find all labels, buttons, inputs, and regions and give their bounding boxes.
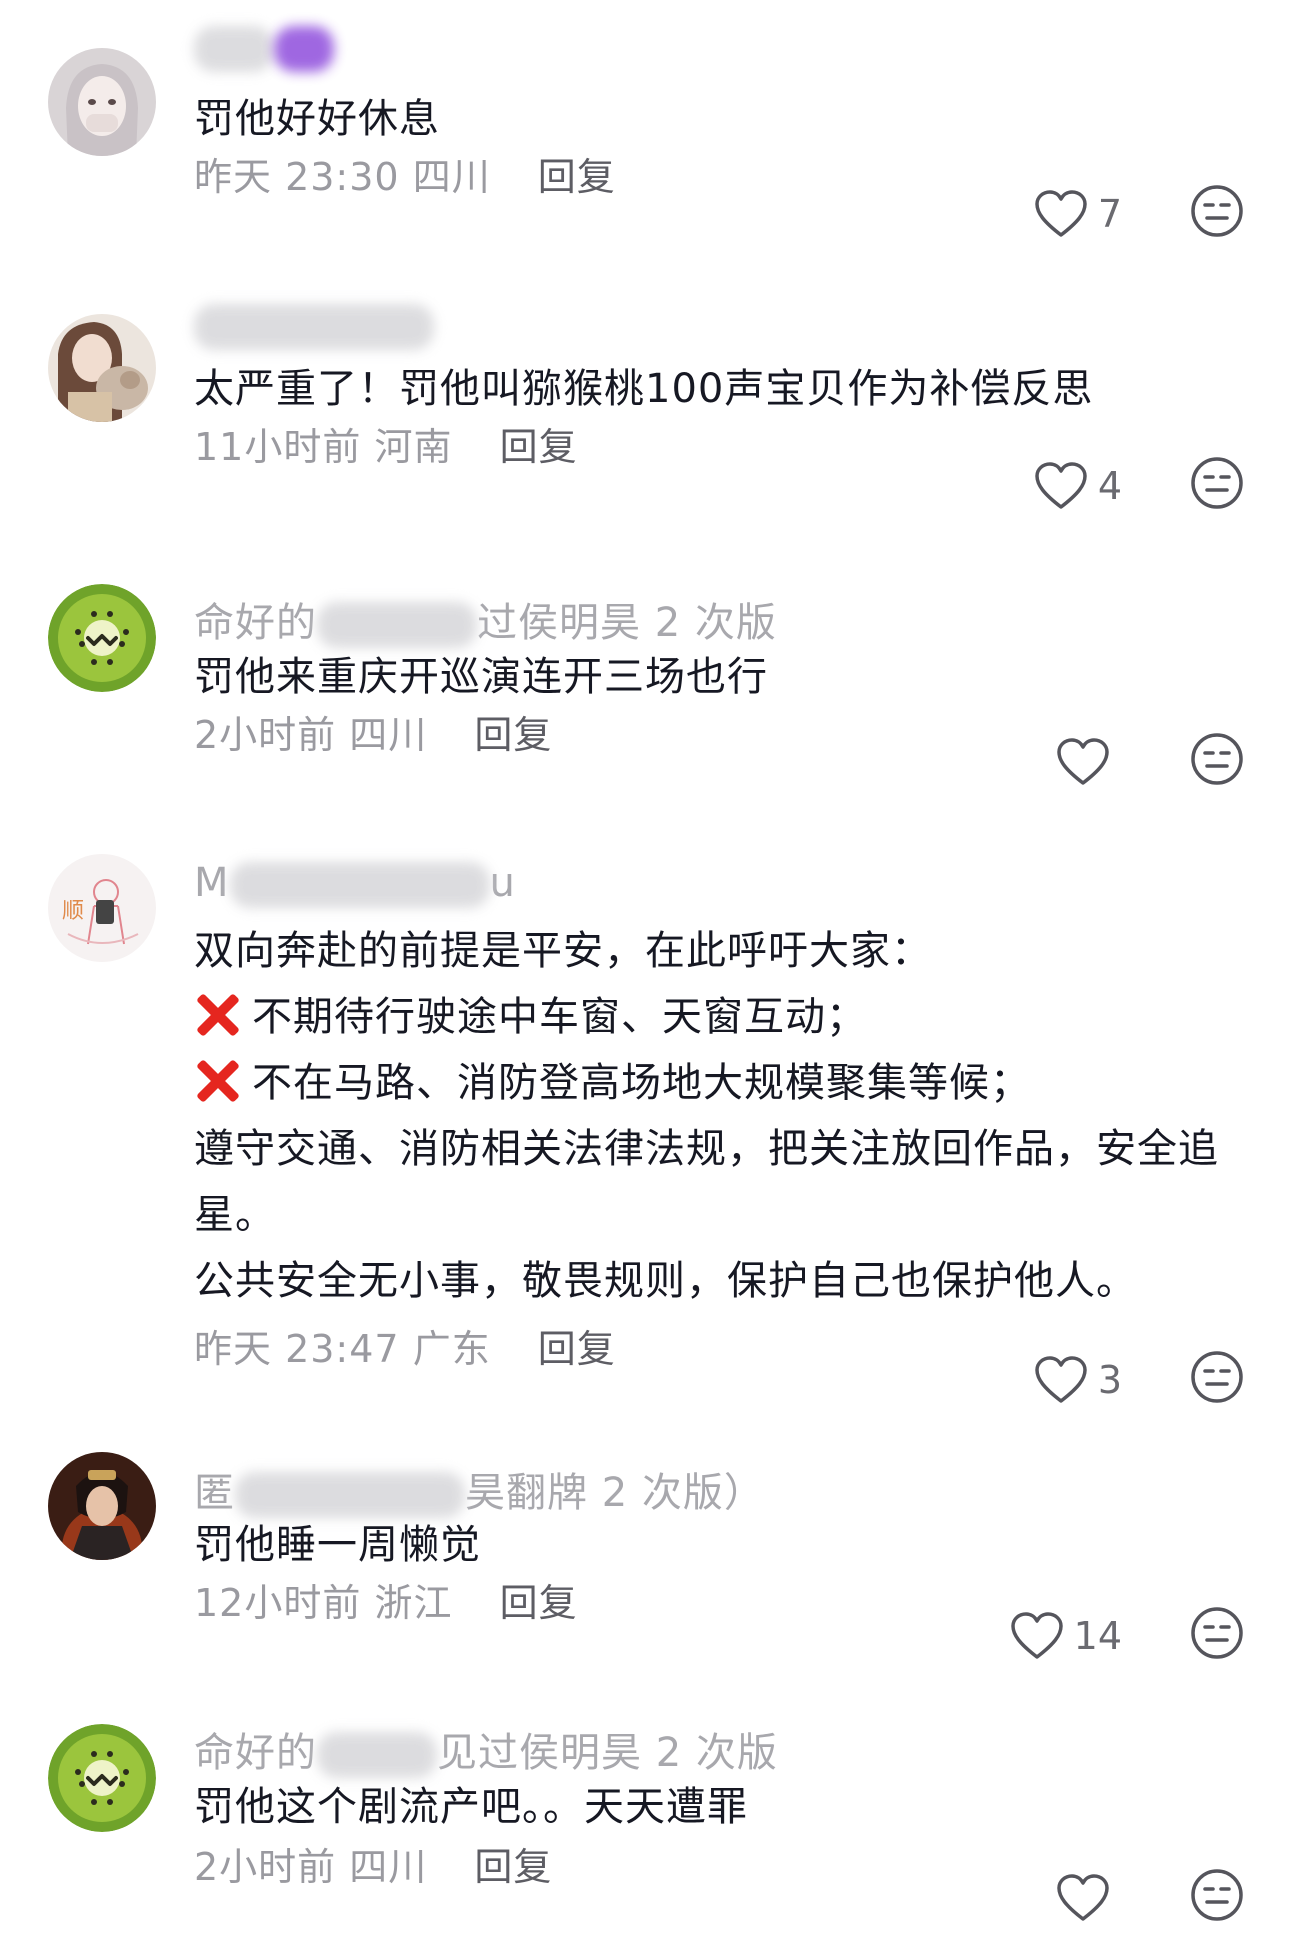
- heart-icon: [1057, 738, 1109, 785]
- comment-time: 11小时前: [194, 425, 362, 469]
- comment-location: 四川: [349, 713, 428, 757]
- username[interactable]: Mu: [194, 860, 516, 908]
- like-count: 4: [1097, 464, 1122, 508]
- like-button[interactable]: 14: [1010, 1606, 1122, 1666]
- avatar[interactable]: [48, 584, 156, 692]
- reply-button[interactable]: 回复: [474, 1845, 552, 1889]
- comment-time: 2小时前: [194, 1845, 337, 1889]
- username-prefix: 命好的: [194, 600, 317, 646]
- username-prefix: 命好的: [194, 1730, 317, 1776]
- dislike-button[interactable]: [1190, 732, 1244, 786]
- meh-face-icon: [1191, 1607, 1243, 1659]
- comment-time: 昨天 23:47: [194, 1327, 400, 1371]
- username-prefix: 匿: [194, 1470, 235, 1516]
- dislike-button[interactable]: [1190, 1868, 1244, 1922]
- like-button[interactable]: 4: [1034, 456, 1122, 516]
- comment-text: 双向奔赴的前提是平安，在此呼吁大家： 不期待行驶途中车窗、天窗互动； 不在马路、…: [194, 928, 1219, 1304]
- comment-meta: 2小时前 四川 回复: [194, 704, 552, 759]
- username-suffix: 昊翻牌 2 次版）: [465, 1470, 765, 1516]
- username[interactable]: [194, 302, 434, 350]
- heart-icon: [1035, 1356, 1087, 1403]
- meh-face-icon: [1191, 457, 1243, 509]
- username-suffix: 见过侯明昊 2 次版: [437, 1730, 778, 1776]
- avatar[interactable]: [48, 314, 156, 422]
- heart-icon: [1035, 190, 1087, 237]
- heart-icon: [1057, 1874, 1109, 1921]
- username-suffix: 过侯明昊 2 次版: [477, 600, 777, 646]
- heart-icon: [1035, 462, 1087, 509]
- comment-location: 广东: [412, 1327, 491, 1371]
- girl-avatar-icon: [48, 48, 156, 156]
- comment-time: 昨天 23:30: [194, 155, 400, 199]
- comment-thread: 罚他好好休息 昨天 23:30 四川 回复 7 太严重了！罚他叫猕猴桃100声宝…: [0, 0, 1290, 1957]
- like-button[interactable]: [1056, 1868, 1120, 1928]
- comment-location: 河南: [374, 425, 453, 469]
- like-button[interactable]: 7: [1034, 184, 1122, 244]
- comment-meta: 11小时前 河南 回复: [194, 416, 578, 471]
- comment-location: 浙江: [374, 1581, 453, 1625]
- comment-time: 12小时前: [194, 1581, 362, 1625]
- cross-mark-icon: [194, 992, 240, 1038]
- svg-text:顺: 顺: [62, 899, 84, 924]
- username-suffix: u: [489, 860, 516, 906]
- comment-text: 太严重了！罚他叫猕猴桃100声宝贝作为补偿反思: [194, 366, 1094, 412]
- like-count: 3: [1097, 1358, 1122, 1402]
- like-count: 14: [1073, 1614, 1122, 1658]
- girl-with-cat-avatar-icon: [48, 314, 156, 422]
- comment-location: 四川: [412, 155, 491, 199]
- username[interactable]: 匿 昊翻牌 2 次版）: [194, 1460, 765, 1518]
- avatar[interactable]: [48, 1724, 156, 1832]
- dislike-button[interactable]: [1190, 184, 1244, 238]
- reply-button[interactable]: 回复: [500, 425, 578, 469]
- reply-button[interactable]: 回复: [500, 1581, 578, 1625]
- comment-text: 罚他睡一周懒觉: [194, 1522, 481, 1568]
- username[interactable]: 命好的 过侯明昊 2 次版: [194, 590, 777, 648]
- comment-text: 罚他好好休息: [194, 96, 440, 142]
- reply-button[interactable]: 回复: [538, 1327, 616, 1371]
- username-prefix: M: [194, 860, 230, 906]
- dislike-button[interactable]: [1190, 1350, 1244, 1404]
- comment-meta: 2小时前 四川 回复: [194, 1836, 552, 1891]
- dislike-button[interactable]: [1190, 456, 1244, 510]
- kiwi-avatar-icon: [48, 584, 156, 692]
- like-button[interactable]: [1056, 732, 1120, 792]
- drawing-avatar-icon: 顺: [48, 854, 156, 962]
- cross-mark-icon: [194, 1058, 240, 1104]
- like-button[interactable]: 3: [1034, 1350, 1122, 1410]
- comment-meta: 昨天 23:47 广东 回复: [194, 1318, 616, 1373]
- avatar[interactable]: [48, 48, 156, 156]
- username[interactable]: [194, 24, 334, 72]
- comment-time: 2小时前: [194, 713, 337, 757]
- reply-button[interactable]: 回复: [474, 713, 552, 757]
- comment-text: 罚他来重庆开巡演连开三场也行: [194, 654, 768, 700]
- heart-icon: [1010, 1612, 1063, 1659]
- username[interactable]: 命好的 见过侯明昊 2 次版: [194, 1720, 778, 1778]
- costume-avatar-icon: [48, 1452, 156, 1560]
- meh-face-icon: [1191, 733, 1243, 785]
- comment-meta: 昨天 23:30 四川 回复: [194, 146, 616, 201]
- comment-text: 罚他这个剧流产吧。。天天遭罪: [194, 1784, 748, 1830]
- meh-face-icon: [1191, 185, 1243, 237]
- meh-face-icon: [1191, 1351, 1243, 1403]
- like-count: 7: [1097, 192, 1122, 236]
- reply-button[interactable]: 回复: [538, 155, 616, 199]
- comment-location: 四川: [349, 1845, 428, 1889]
- dislike-button[interactable]: [1190, 1606, 1244, 1660]
- kiwi-avatar-icon: [48, 1724, 156, 1832]
- avatar[interactable]: [48, 1452, 156, 1560]
- meh-face-icon: [1191, 1869, 1243, 1921]
- avatar[interactable]: 顺: [48, 854, 156, 962]
- comment-meta: 12小时前 浙江 回复: [194, 1572, 578, 1627]
